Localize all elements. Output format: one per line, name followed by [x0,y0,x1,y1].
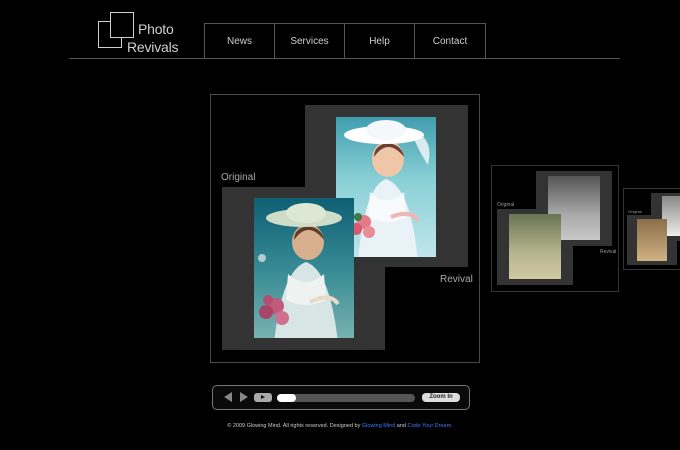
main-nav: News Services Help Contact [204,23,486,59]
site-logo[interactable]: Photo Revivals [98,12,179,56]
footer-copyright: © 2009 Glowing Mind. All rights reserved… [227,423,361,429]
nav-help[interactable]: Help [345,24,415,59]
footer-link-code-your-dream[interactable]: Code Your Dream. [407,423,452,429]
gallery-controls: Zoom In [212,385,470,410]
thumbnail-revival-label: Revival [600,249,617,255]
thumbnail-original-photo [509,214,561,279]
footer-link-glowing-mind[interactable]: Glowing Mind [362,423,395,429]
nav-contact[interactable]: Contact [415,24,485,59]
footer: © 2009 Glowing Mind. All rights reserved… [0,423,680,429]
original-label: Original [221,172,256,183]
header-divider [69,58,620,59]
nav-news[interactable]: News [205,24,275,59]
progress-fill [277,394,297,402]
logo-square-front [110,12,134,38]
zoom-in-button[interactable]: Zoom In [422,393,460,402]
thumbnail-original-label: Original [628,209,642,214]
gallery-thumbnail[interactable]: Original Revival [491,165,619,292]
progress-slider[interactable] [277,394,415,402]
logo-text-line1: Photo [138,21,174,37]
footer-and: and [396,423,406,429]
logo-text-line2: Revivals [127,39,179,55]
next-arrow-icon[interactable] [240,392,248,402]
prev-arrow-icon[interactable] [224,392,232,402]
thumbnail-original-label: Original [497,202,515,208]
revival-label: Revival [440,274,473,285]
nav-services[interactable]: Services [275,24,345,59]
original-photo-image [258,203,342,338]
original-photo[interactable] [254,198,354,338]
gallery-thumbnail[interactable]: Original [623,188,680,270]
thumbnail-original-photo [637,219,667,261]
play-button[interactable] [254,393,272,402]
